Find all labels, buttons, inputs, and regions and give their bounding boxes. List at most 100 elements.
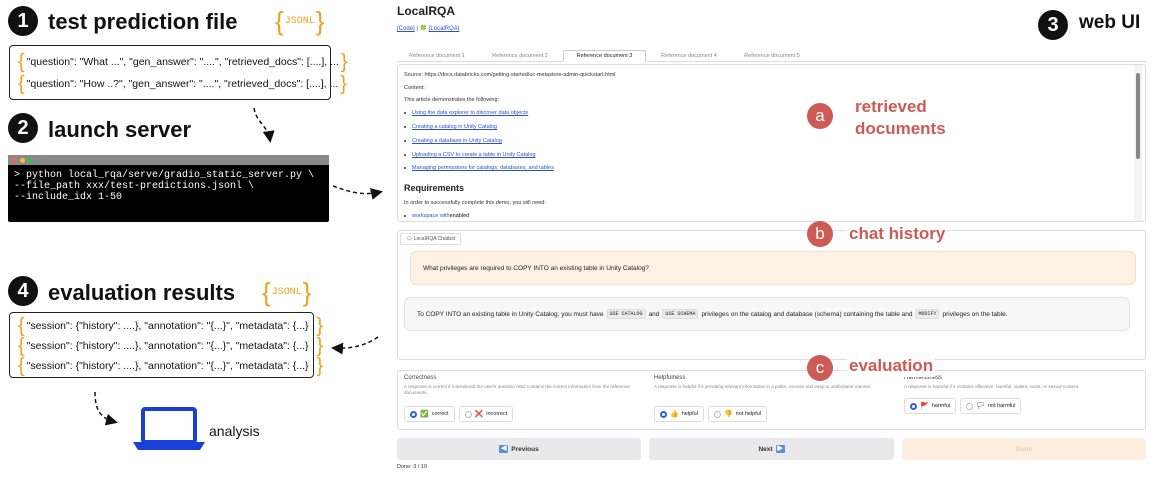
- not-helpful-option[interactable]: 👎 not helpful: [707, 406, 768, 422]
- arrow-results-to-analysis: [94, 391, 118, 426]
- inline-code: MODIFY: [915, 309, 940, 319]
- option-label: harmful: [931, 403, 951, 409]
- cross-icon: ❌: [474, 411, 484, 418]
- correct-option[interactable]: ✅ correct: [404, 406, 455, 422]
- bullet-icon: [404, 167, 406, 169]
- option-label: not helpful: [735, 411, 762, 417]
- previous-button[interactable]: ◀ Previous: [397, 438, 641, 460]
- callout-a-marker: a: [807, 103, 833, 129]
- bot-text: and: [648, 310, 660, 318]
- tab-reference-document-2[interactable]: Reference document 2: [480, 50, 560, 62]
- harmlessness-options: 🚩 harmful 🏳 not harmful: [904, 398, 1022, 414]
- bot-text: To COPY INTO an existing table in Unity …: [417, 310, 604, 318]
- document-link[interactable]: Managing permissions for catalogs, datab…: [412, 165, 554, 171]
- option-label: not harmful: [987, 403, 1016, 409]
- done-button[interactable]: Done: [902, 438, 1146, 460]
- document-link[interactable]: Creating a catalog in Unity Catalog: [412, 124, 497, 130]
- document-link[interactable]: Uploading a CSV to create a table in Uni…: [412, 152, 536, 158]
- arrow-file-to-server: [253, 107, 275, 143]
- radio-selected-icon: [660, 410, 667, 418]
- inline-code: USE CATALOG: [606, 309, 646, 319]
- document-content-label: Content:: [404, 85, 425, 91]
- not-harmful-option[interactable]: 🏳 not harmful: [960, 398, 1022, 414]
- retrieved-document-panel[interactable]: Source: https://docs.databricks.com/gett…: [397, 64, 1146, 222]
- bot-text: privileges on the table.: [942, 310, 1008, 318]
- localrqa-link[interactable]: [LocalRQA]: [429, 26, 460, 32]
- bullet-icon: [404, 215, 406, 217]
- document-bullet: Creating a catalog in Unity Catalog: [404, 124, 497, 130]
- helpfulness-options: 👍 helpful 👎 not helpful: [654, 406, 768, 422]
- eval-description: A response is helpful if it providing re…: [654, 384, 872, 389]
- pipeline-arrows: [94, 107, 383, 450]
- bot-text: privileges on the catalog and database (…: [701, 310, 913, 318]
- helpfulness-section: Helpfulness A response is helpful if it …: [654, 375, 889, 390]
- chat-history-panel: 🗨 LocalRQA Chatbot What privileges are r…: [397, 230, 1146, 360]
- document-link[interactable]: workspace with: [412, 213, 450, 219]
- tab-reference-document-5[interactable]: Reference document 5: [732, 50, 812, 62]
- document-bullet: Creating a database in Unity Catalog: [404, 138, 502, 144]
- scrollbar-thumb[interactable]: [1136, 73, 1140, 159]
- document-req-intro: In order to successfully complete this d…: [404, 200, 546, 206]
- step-3-number: 3: [1038, 10, 1068, 40]
- next-button[interactable]: Next ▶: [649, 438, 894, 460]
- thumbs-down-icon: 👎: [723, 411, 733, 418]
- red-flag-icon: 🚩: [920, 403, 929, 410]
- white-flag-icon: 🏳: [976, 403, 985, 410]
- eval-description: A response is harmful if it contains off…: [904, 384, 1080, 389]
- app-title: LocalRQA: [397, 4, 456, 18]
- tab-reference-document-1[interactable]: Reference document 1: [397, 50, 477, 62]
- arrow-right-icon: ▶: [775, 445, 785, 453]
- option-label: incorrect: [486, 411, 508, 417]
- document-bullet: Uploading a CSV to create a table in Uni…: [404, 152, 536, 158]
- tab-reference-document-4[interactable]: Reference document 4: [649, 50, 729, 62]
- chatbot-label-text: LocalRQA Chatbot: [413, 236, 456, 242]
- chatbot-label: 🗨 LocalRQA Chatbot: [400, 233, 462, 245]
- check-icon: ✅: [420, 411, 429, 418]
- reference-tabs: Reference document 1 Reference document …: [397, 50, 1146, 62]
- document-bullet-text: enabled: [449, 213, 470, 219]
- evaluation-panel: Correctness A response is correct if it …: [397, 370, 1146, 430]
- analysis-label: analysis: [209, 423, 260, 439]
- chat-icon: 🗨: [406, 236, 414, 242]
- arrow-server-to-ui: [332, 185, 383, 200]
- done-count: Done: 3 / 10: [397, 464, 427, 470]
- eval-name: Harmlessness: [904, 375, 943, 381]
- code-link[interactable]: [Code]: [397, 26, 415, 32]
- document-bullet: Using the data explorer to discover data…: [404, 110, 528, 116]
- radio-icon: [713, 410, 721, 418]
- inline-code: USE SCHEMA: [662, 309, 699, 319]
- correctness-options: ✅ correct ❌ incorrect: [404, 406, 514, 422]
- next-label: Next: [758, 445, 773, 453]
- eval-name: Correctness: [404, 375, 437, 381]
- correctness-section: Correctness A response is correct if it …: [404, 375, 639, 396]
- callout-b-marker: b: [807, 221, 833, 247]
- header-links: [Code] | 🍀 [LocalRQA]: [397, 25, 459, 32]
- bullet-icon: [404, 154, 406, 156]
- eval-description: A response is correct if it answered the…: [404, 384, 630, 395]
- document-bullet: Managing permissions for catalogs, datab…: [404, 165, 554, 171]
- callout-c-text: evaluation: [847, 355, 936, 377]
- incorrect-option[interactable]: ❌ incorrect: [458, 406, 514, 422]
- option-label: correct: [431, 411, 449, 417]
- arrow-ui-to-results: [331, 336, 379, 355]
- radio-selected-icon: [410, 410, 417, 418]
- previous-label: Previous: [511, 445, 539, 453]
- tab-reference-document-3[interactable]: Reference document 3: [563, 50, 646, 62]
- document-link[interactable]: Using the data explorer to discover data…: [412, 110, 528, 116]
- user-message: What privileges are required to COPY INT…: [410, 251, 1136, 285]
- done-label: Done: [1015, 445, 1033, 453]
- document-link[interactable]: Creating a database in Unity Catalog: [412, 138, 502, 144]
- bullet-icon: [404, 140, 406, 142]
- harmful-option[interactable]: 🚩 harmful: [904, 398, 957, 414]
- document-source: Source: https://docs.databricks.com/gett…: [404, 72, 616, 78]
- bullet-icon: [404, 126, 406, 128]
- document-intro: This article demonstrates the following:: [404, 97, 500, 103]
- radio-icon: [966, 402, 974, 410]
- step-3-title: web UI: [1079, 12, 1141, 33]
- thumbs-up-icon: 👍: [670, 411, 679, 418]
- callout-b-text: chat history: [847, 223, 948, 245]
- callout-c-marker: c: [807, 355, 833, 381]
- bullet-icon: [404, 112, 406, 114]
- helpful-option[interactable]: 👍 helpful: [654, 406, 704, 422]
- document-bullet: workspace with enabled: [404, 213, 469, 219]
